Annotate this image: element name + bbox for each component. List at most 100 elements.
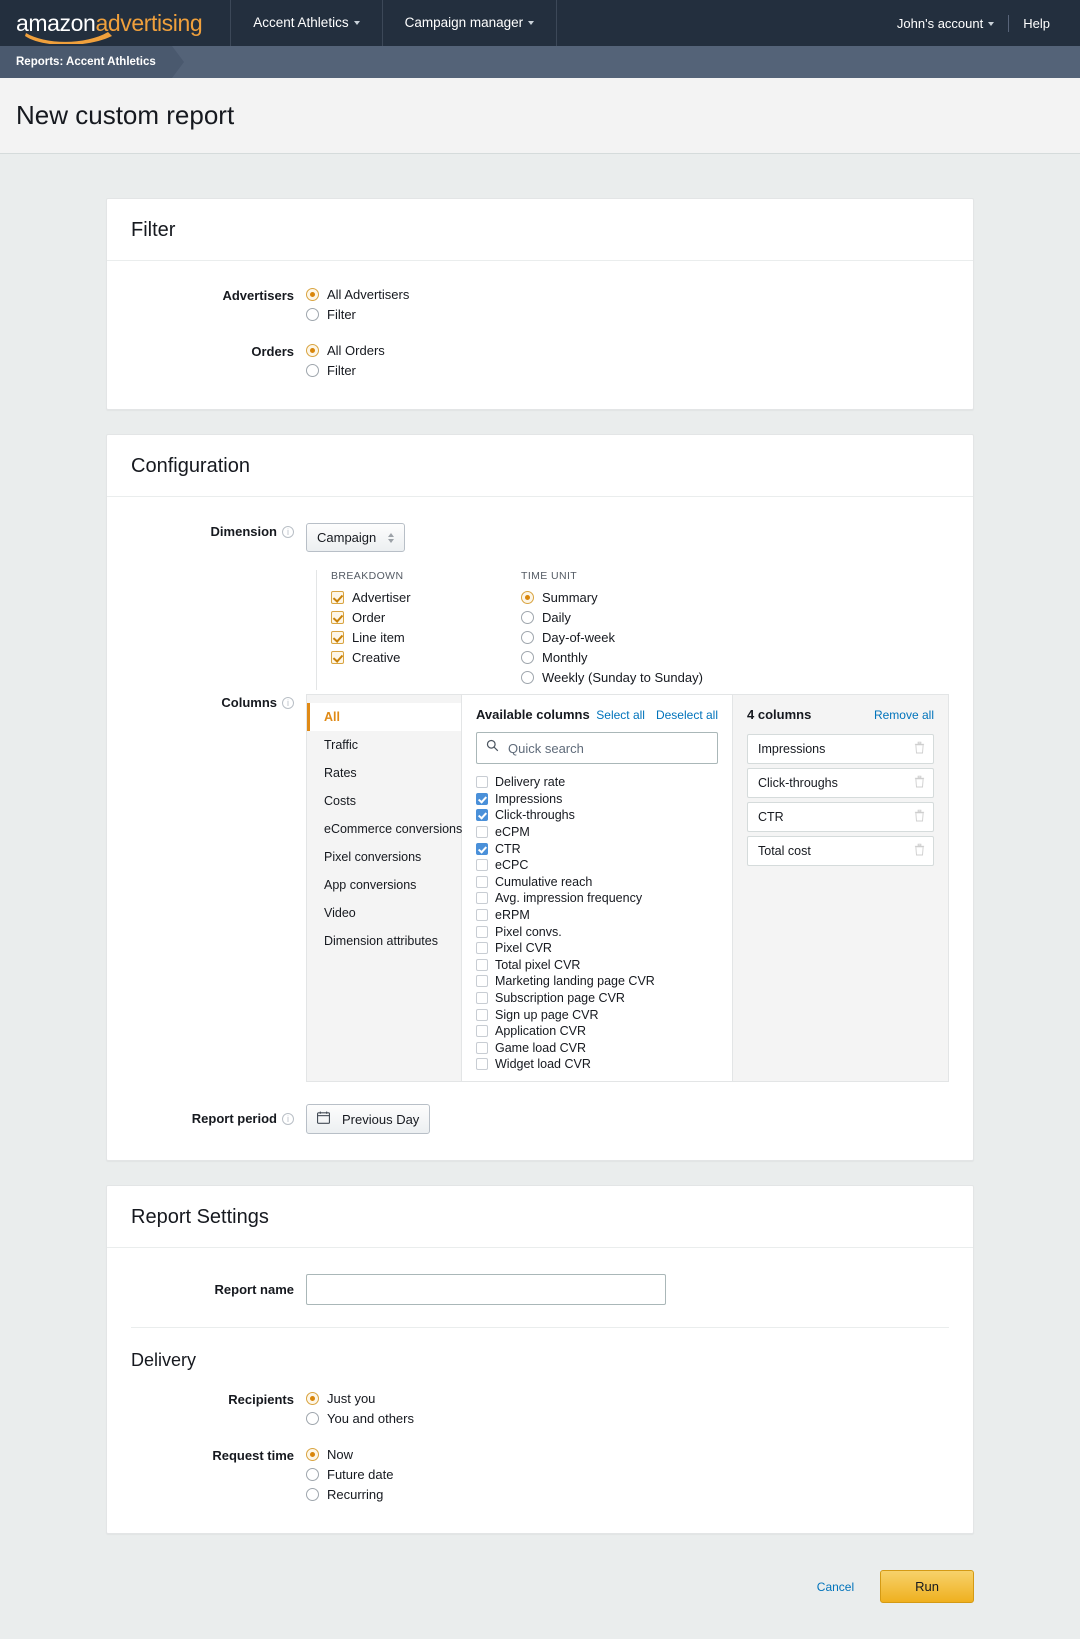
quick-search-box[interactable] [476, 732, 718, 764]
trash-icon[interactable] [914, 775, 925, 791]
category-costs[interactable]: Costs [307, 787, 461, 815]
category-video[interactable]: Video [307, 899, 461, 927]
cancel-button[interactable]: Cancel [817, 1580, 854, 1594]
settings-divider [131, 1327, 949, 1328]
radio-time-unit-summary[interactable]: Summary [521, 590, 791, 605]
category-dimension-attributes[interactable]: Dimension attributes [307, 927, 461, 955]
radio-advertisers-filter[interactable]: Filter [306, 307, 949, 322]
info-icon[interactable]: i [282, 697, 294, 709]
remove-all-link[interactable]: Remove all [874, 708, 934, 722]
category-pixel-conversions[interactable]: Pixel conversions [307, 843, 461, 871]
available-item-sign-up-page-cvr[interactable]: Sign up page CVR [476, 1006, 718, 1023]
trash-icon[interactable] [914, 843, 925, 859]
radio-time-unit-weekly-icon [521, 671, 534, 684]
help-link[interactable]: Help [1009, 16, 1064, 31]
available-item-impressions[interactable]: Impressions [476, 791, 718, 808]
available-item-delivery-rate[interactable]: Delivery rate [476, 774, 718, 791]
breadcrumb-reports[interactable]: Reports: Accent Athletics [0, 46, 172, 78]
available-item-pixel-cvr[interactable]: Pixel CVR [476, 940, 718, 957]
category-rates[interactable]: Rates [307, 759, 461, 787]
delivery-heading: Delivery [131, 1350, 949, 1371]
select-all-link[interactable]: Select all [596, 708, 645, 722]
dimension-select-button[interactable]: Campaign [306, 523, 405, 552]
radio-all-orders-icon [306, 344, 319, 357]
available-item-cumulative-reach[interactable]: Cumulative reach [476, 874, 718, 891]
available-item-widget-load-cvr[interactable]: Widget load CVR [476, 1056, 718, 1073]
available-item-ctr[interactable]: CTR [476, 840, 718, 857]
report-period-button[interactable]: Previous Day [306, 1104, 430, 1134]
category-ecommerce-conversions[interactable]: eCommerce conversions [307, 815, 461, 843]
radio-request-time-future-date-label: Future date [327, 1467, 394, 1482]
available-item-erpm[interactable]: eRPM [476, 907, 718, 924]
available-item-label: eRPM [495, 908, 530, 922]
deselect-all-link[interactable]: Deselect all [656, 708, 718, 722]
radio-time-unit-monthly[interactable]: Monthly [521, 650, 791, 665]
report-period-label-cell: Report periodi [131, 1104, 306, 1134]
available-item-label: CTR [495, 842, 521, 856]
radio-time-unit-daily-icon [521, 611, 534, 624]
nav-item-accent-athletics[interactable]: Accent Athletics [231, 0, 381, 46]
available-item-game-load-cvr[interactable]: Game load CVR [476, 1040, 718, 1057]
selected-column-label: Click-throughs [758, 776, 838, 790]
amazon-advertising-logo[interactable]: amazonadvertising [16, 10, 230, 37]
top-navigation-bar: amazonadvertising Accent Athletics Campa… [0, 0, 1080, 46]
columns-widget: All Traffic Rates Costs eCommerce conver… [306, 694, 949, 1082]
advertisers-label: Advertisers [131, 287, 306, 327]
selected-column-label: Impressions [758, 742, 825, 756]
radio-all-orders[interactable]: All Orders [306, 343, 949, 358]
report-name-row: Report name [131, 1274, 949, 1305]
trash-icon[interactable] [914, 741, 925, 757]
available-item-total-pixel-cvr[interactable]: Total pixel CVR [476, 957, 718, 974]
available-item-avg-impression-frequency[interactable]: Avg. impression frequency [476, 890, 718, 907]
radio-time-unit-weekly-label: Weekly (Sunday to Sunday) [542, 670, 703, 685]
page-content: Filter Advertisers All Advertisers Filte… [0, 154, 1080, 1639]
available-item-marketing-landing-page-cvr[interactable]: Marketing landing page CVR [476, 973, 718, 990]
checkbox-breakdown-creative[interactable]: Creative [331, 650, 491, 665]
category-all[interactable]: All [307, 703, 461, 731]
radio-request-time-future-date[interactable]: Future date [306, 1467, 949, 1482]
checkbox-icon [476, 826, 488, 838]
radio-recipients-just-you-label: Just you [327, 1391, 375, 1406]
radio-recipients-you-and-others-icon [306, 1412, 319, 1425]
radio-orders-filter[interactable]: Filter [306, 363, 949, 378]
radio-recipients-just-you[interactable]: Just you [306, 1391, 949, 1406]
available-item-subscription-page-cvr[interactable]: Subscription page CVR [476, 990, 718, 1007]
nav-item-campaign-manager[interactable]: Campaign manager [383, 0, 557, 46]
radio-recipients-you-and-others[interactable]: You and others [306, 1411, 949, 1426]
selected-column-total-cost[interactable]: Total cost [747, 836, 934, 866]
filter-heading: Filter [131, 219, 949, 242]
checkbox-breakdown-advertiser[interactable]: Advertiser [331, 590, 491, 605]
checkbox-icon [476, 1009, 488, 1021]
category-traffic[interactable]: Traffic [307, 731, 461, 759]
available-item-ecpm[interactable]: eCPM [476, 824, 718, 841]
radio-request-time-recurring-icon [306, 1488, 319, 1501]
run-button[interactable]: Run [880, 1570, 974, 1603]
selected-column-impressions[interactable]: Impressions [747, 734, 934, 764]
info-icon[interactable]: i [282, 526, 294, 538]
category-app-conversions[interactable]: App conversions [307, 871, 461, 899]
quick-search-input[interactable] [506, 740, 708, 757]
radio-time-unit-weekly[interactable]: Weekly (Sunday to Sunday) [521, 670, 791, 685]
advertisers-options: All Advertisers Filter [306, 287, 949, 327]
selected-column-click-throughs[interactable]: Click-throughs [747, 768, 934, 798]
radio-time-unit-daily[interactable]: Daily [521, 610, 791, 625]
available-item-application-cvr[interactable]: Application CVR [476, 1023, 718, 1040]
radio-request-time-now[interactable]: Now [306, 1447, 949, 1462]
available-item-pixel-convs[interactable]: Pixel convs. [476, 923, 718, 940]
radio-all-advertisers[interactable]: All Advertisers [306, 287, 949, 302]
checkbox-breakdown-order[interactable]: Order [331, 610, 491, 625]
report-name-input[interactable] [306, 1274, 666, 1305]
radio-time-unit-daily-label: Daily [542, 610, 571, 625]
checkbox-icon [476, 892, 488, 904]
checkbox-breakdown-line-item[interactable]: Line item [331, 630, 491, 645]
radio-time-unit-day-of-week[interactable]: Day-of-week [521, 630, 791, 645]
report-settings-card-header: Report Settings [107, 1186, 973, 1248]
selected-column-ctr[interactable]: CTR [747, 802, 934, 832]
info-icon[interactable]: i [282, 1113, 294, 1125]
selected-columns-panel: 4 columns Remove all Impressions Click-t… [733, 695, 948, 1081]
radio-request-time-recurring[interactable]: Recurring [306, 1487, 949, 1502]
available-item-click-throughs[interactable]: Click-throughs [476, 807, 718, 824]
trash-icon[interactable] [914, 809, 925, 825]
account-menu[interactable]: John's account [883, 16, 1008, 31]
available-item-ecpc[interactable]: eCPC [476, 857, 718, 874]
